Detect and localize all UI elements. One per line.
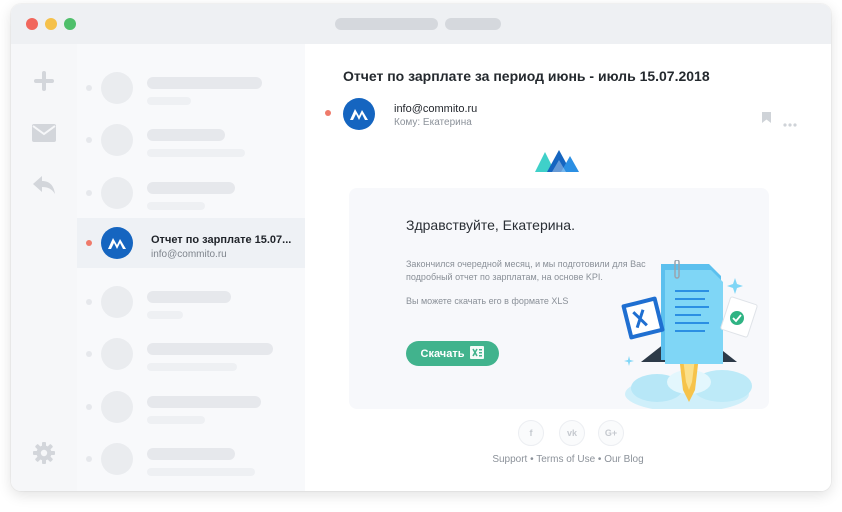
download-button-label: Скачать: [420, 347, 465, 360]
placeholder-line: [147, 149, 245, 157]
recipient: Кому: Екатерина: [394, 117, 472, 128]
facebook-icon[interactable]: f: [518, 420, 544, 446]
placeholder-line: [147, 291, 231, 303]
list-item[interactable]: [77, 115, 305, 165]
placeholder-line: [147, 343, 273, 355]
support-link[interactable]: Support: [492, 454, 527, 465]
avatar: [101, 443, 133, 475]
unread-dot: [86, 299, 92, 305]
list-item[interactable]: [77, 382, 305, 432]
sender-email: info@commito.ru: [394, 103, 478, 115]
email-subject: Отчет по зарплате за период июнь - июль …: [343, 68, 710, 84]
placeholder-line: [147, 363, 237, 371]
unread-dot: [86, 137, 92, 143]
avatar: [101, 391, 133, 423]
report-rocket-illustration: [617, 253, 769, 409]
avatar: [101, 124, 133, 156]
list-item-subject: Отчет по зарплате 15.07...: [151, 234, 292, 246]
blog-link[interactable]: Our Blog: [604, 454, 643, 465]
placeholder-line: [147, 396, 261, 408]
terms-link[interactable]: Terms of Use: [536, 454, 595, 465]
placeholder-line: [147, 448, 235, 460]
list-item[interactable]: [77, 168, 305, 218]
placeholder-line: [147, 468, 255, 476]
reply-icon[interactable]: [29, 170, 59, 200]
company-logo: [535, 148, 581, 177]
avatar: [101, 72, 133, 104]
unread-dot: [86, 351, 92, 357]
footer-separator: •: [595, 454, 605, 465]
greeting: Здравствуйте, Екатерина.: [406, 217, 575, 233]
unread-dot: [86, 456, 92, 462]
avatar: [101, 338, 133, 370]
unread-dot: [86, 85, 92, 91]
placeholder-line: [147, 129, 225, 141]
list-item-active[interactable]: Отчет по зарплате 15.07... info@commito.…: [77, 218, 305, 268]
email-card: Здравствуйте, Екатерина. Закончился очер…: [349, 188, 769, 409]
bookmark-icon[interactable]: [762, 110, 771, 128]
avatar: [101, 286, 133, 318]
sender-avatar: [101, 227, 133, 259]
address-bar-placeholder: [335, 18, 438, 30]
placeholder-line: [147, 97, 191, 105]
title-bar: [11, 4, 831, 44]
unread-dot: [86, 190, 92, 196]
envelope-icon[interactable]: [29, 118, 59, 148]
placeholder-line: [147, 77, 262, 89]
google-plus-icon[interactable]: G+: [598, 420, 624, 446]
plus-icon[interactable]: [29, 66, 59, 96]
placeholder-line: [147, 416, 205, 424]
list-item[interactable]: [77, 434, 305, 484]
list-item-sender: info@commito.ru: [151, 249, 227, 260]
message-list: Отчет по зарплате 15.07... info@commito.…: [77, 44, 305, 491]
close-window-button[interactable]: [26, 18, 38, 30]
placeholder-line: [147, 202, 205, 210]
message-view: Отчет по зарплате за период июнь - июль …: [305, 44, 831, 491]
unread-dot: [86, 404, 92, 410]
list-item[interactable]: [77, 277, 305, 327]
sender-avatar: [343, 98, 375, 130]
placeholder-line: [147, 311, 183, 319]
gear-icon[interactable]: [29, 438, 59, 468]
mail-window: Отчет по зарплате 15.07... info@commito.…: [11, 4, 831, 491]
unread-dot: [325, 110, 331, 116]
more-options-icon[interactable]: [783, 114, 797, 132]
maximize-window-button[interactable]: [64, 18, 76, 30]
placeholder-line: [147, 182, 235, 194]
download-button[interactable]: Скачать: [406, 341, 499, 366]
list-item[interactable]: [77, 63, 305, 113]
app-toolbar: [11, 44, 77, 491]
excel-icon: [470, 345, 485, 362]
address-bar-placeholder-2: [445, 18, 501, 30]
email-footer: Support • Terms of Use • Our Blog: [305, 454, 831, 465]
minimize-window-button[interactable]: [45, 18, 57, 30]
unread-dot: [86, 240, 92, 246]
list-item[interactable]: [77, 329, 305, 379]
vk-icon[interactable]: vk: [559, 420, 585, 446]
footer-separator: •: [527, 454, 537, 465]
avatar: [101, 177, 133, 209]
email-body-note: Вы можете скачать его в формате XLS: [406, 296, 569, 306]
